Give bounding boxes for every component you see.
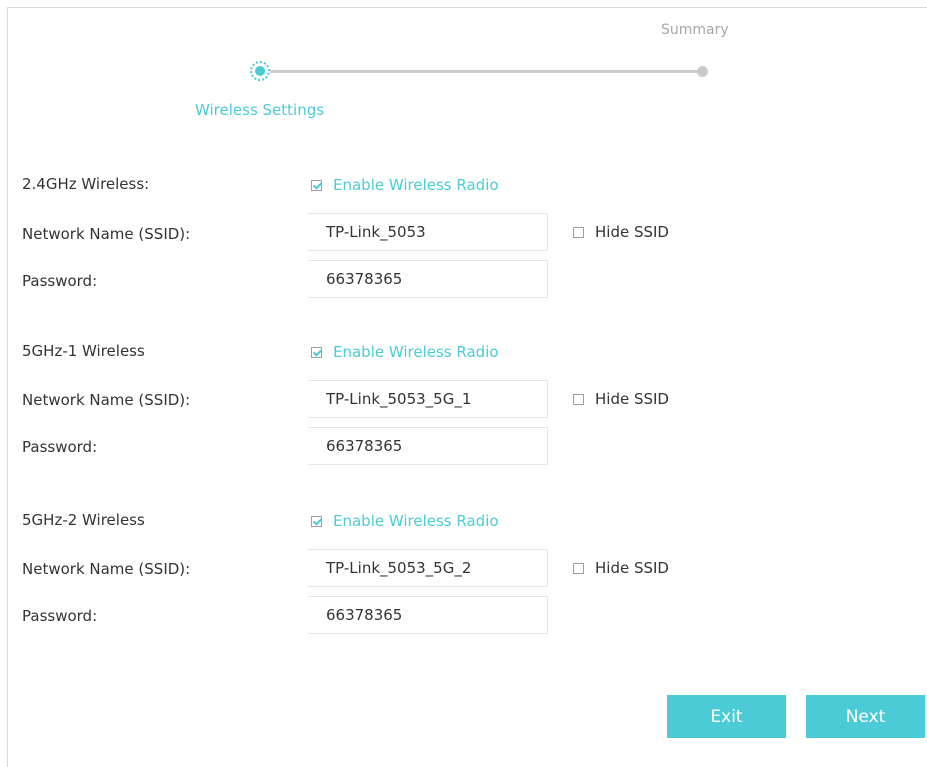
hide-ssid-label: Hide SSID — [595, 559, 669, 577]
password-label-24ghz: Password: — [22, 272, 98, 290]
checkbox-unchecked-icon[interactable] — [573, 226, 584, 238]
enable-radio-label: Enable Wireless Radio — [333, 176, 499, 194]
hide-ssid-label: Hide SSID — [595, 390, 669, 408]
step-track — [270, 70, 702, 73]
ssid-label-5ghz2: Network Name (SSID): — [22, 560, 191, 578]
hide-ssid-24ghz[interactable]: Hide SSID — [573, 223, 669, 241]
hide-ssid-5ghz1[interactable]: Hide SSID — [573, 390, 669, 408]
exit-button[interactable]: Exit — [667, 695, 786, 738]
ssid-field-24ghz[interactable]: TP-Link_5053 — [308, 213, 548, 251]
password-field-24ghz[interactable]: 66378365 — [308, 260, 548, 298]
enable-radio-5ghz1[interactable]: Enable Wireless Radio — [311, 343, 499, 361]
ssid-label-5ghz1: Network Name (SSID): — [22, 391, 191, 409]
password-label-5ghz2: Password: — [22, 607, 98, 625]
section-5ghz1-title: 5GHz-1 Wireless — [22, 342, 145, 360]
step-summary-dot — [697, 66, 708, 77]
ssid-field-5ghz2[interactable]: TP-Link_5053_5G_2 — [308, 549, 548, 587]
checkbox-unchecked-icon[interactable] — [573, 393, 584, 405]
step-wireless-settings-label: Wireless Settings — [195, 101, 325, 119]
enable-radio-label: Enable Wireless Radio — [333, 343, 499, 361]
checkbox-checked-icon[interactable] — [311, 179, 322, 191]
enable-radio-label: Enable Wireless Radio — [333, 512, 499, 530]
enable-radio-24ghz[interactable]: Enable Wireless Radio — [311, 176, 499, 194]
checkbox-checked-icon[interactable] — [311, 346, 322, 358]
hide-ssid-label: Hide SSID — [595, 223, 669, 241]
password-field-5ghz2[interactable]: 66378365 — [308, 596, 548, 634]
next-button[interactable]: Next — [806, 695, 925, 738]
ssid-label-24ghz: Network Name (SSID): — [22, 225, 191, 243]
hide-ssid-5ghz2[interactable]: Hide SSID — [573, 559, 669, 577]
checkbox-checked-icon[interactable] — [311, 515, 322, 527]
enable-radio-5ghz2[interactable]: Enable Wireless Radio — [311, 512, 499, 530]
checkbox-unchecked-icon[interactable] — [573, 562, 584, 574]
password-field-5ghz1[interactable]: 66378365 — [308, 427, 548, 465]
section-5ghz2-title: 5GHz-2 Wireless — [22, 511, 145, 529]
step-summary-label: Summary — [661, 22, 729, 38]
password-label-5ghz1: Password: — [22, 438, 98, 456]
section-24ghz-title: 2.4GHz Wireless: — [22, 175, 150, 193]
step-wireless-settings-dot — [250, 61, 270, 81]
ssid-field-5ghz1[interactable]: TP-Link_5053_5G_1 — [308, 380, 548, 418]
